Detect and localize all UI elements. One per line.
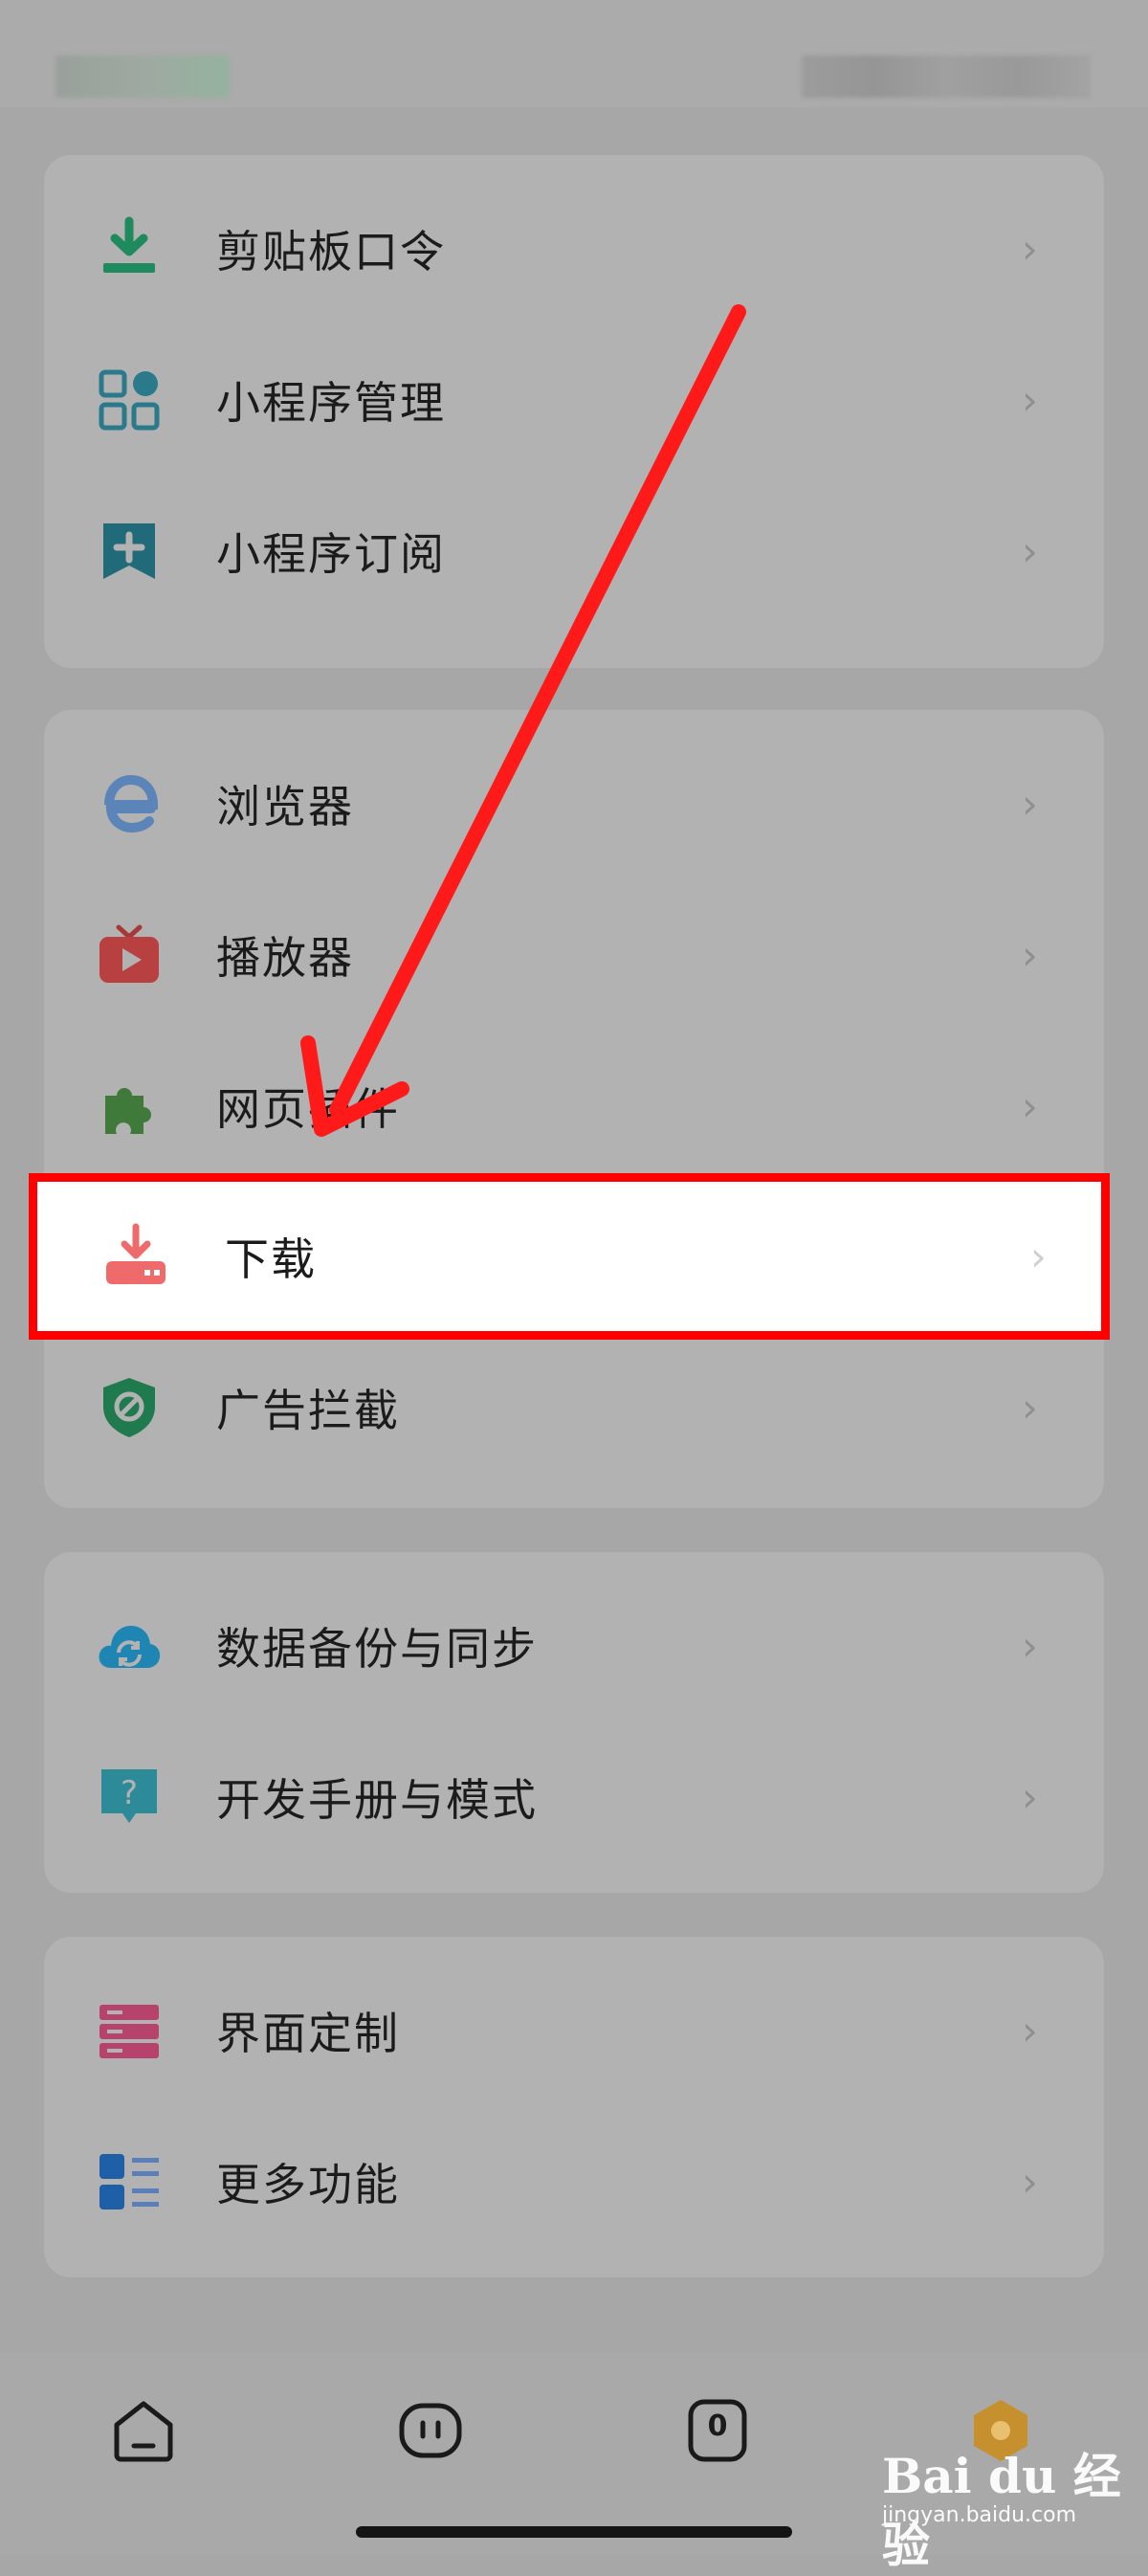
chevron-right-icon: › [1022,1622,1038,1670]
chat-icon [399,2403,462,2458]
menu-item-label: 剪贴板口令 [216,226,446,278]
menu-item-player[interactable]: 播放器 › [44,879,1104,1031]
menu-item-dev-manual[interactable]: ? 开发手册与模式 › [44,1721,1104,1873]
settings-group-1: 剪贴板口令 › 小程序管理 › 小程序订阅 › [44,155,1104,668]
blurred-status-left [55,56,230,98]
bookmark-plus-icon [96,518,163,585]
help-bubble-icon: ? [96,1764,163,1831]
chevron-right-icon: › [1022,376,1038,424]
menu-item-label: 播放器 [216,932,354,984]
chevron-right-icon: › [1022,780,1038,828]
blurred-status-right [802,56,1091,98]
menu-item-label: 浏览器 [216,781,354,833]
menu-item-clipboard[interactable]: 剪贴板口令 › [44,173,1104,324]
menu-item-label: 数据备份与同步 [216,1623,538,1675]
menu-item-miniapp-subscribe[interactable]: 小程序订阅 › [44,476,1104,627]
menu-item-more[interactable]: 更多功能 › [44,2106,1104,2257]
chevron-right-icon: › [1022,2158,1038,2206]
layout-icon [96,1997,163,2064]
menu-item-web-plugins[interactable]: 网页插件 › [44,1031,1104,1182]
nav-chat[interactable] [396,2396,465,2465]
download-icon [102,1223,169,1290]
watermark-url: jingyan.baidu.com [882,2503,1077,2527]
nav-home[interactable] [109,2396,178,2465]
shield-block-icon [96,1374,163,1441]
menu-item-download[interactable]: 下载 › [29,1173,1110,1340]
apps-grid-icon [96,366,163,433]
nav-tabs[interactable]: 0 [683,2396,752,2465]
menu-item-miniapp-manage[interactable]: 小程序管理 › [44,324,1104,476]
puzzle-icon [96,1073,163,1140]
menu-item-backup-sync[interactable]: 数据备份与同步 › [44,1570,1104,1721]
settings-group-3: 数据备份与同步 › ? 开发手册与模式 › [44,1552,1104,1893]
menu-item-adblock[interactable]: 广告拦截 › [44,1332,1104,1483]
list-icon [96,2148,163,2215]
chevron-right-icon: › [1022,1384,1038,1432]
browser-e-icon [96,770,163,837]
menu-item-label: 开发手册与模式 [216,1774,538,1826]
chevron-right-icon: › [1022,1082,1038,1130]
menu-item-label: 广告拦截 [216,1385,400,1436]
menu-item-ui-custom[interactable]: 界面定制 › [44,1955,1104,2106]
settings-group-4: 界面定制 › 更多功能 › [44,1937,1104,2277]
menu-item-label: 小程序订阅 [216,528,446,580]
menu-item-label: 下载 [225,1233,317,1285]
tv-play-icon [96,922,163,988]
svg-text:?: ? [121,1774,138,1812]
download-tray-icon [96,215,163,282]
menu-item-label: 界面定制 [216,2008,400,2059]
home-indicator[interactable] [356,2526,792,2538]
menu-item-label: 小程序管理 [216,377,446,429]
chevron-right-icon: › [1022,931,1038,979]
chevron-right-icon: › [1022,1773,1038,1821]
status-bar [0,0,1148,107]
settings-group-2: 浏览器 › 播放器 › 网页插件 › 广告拦截 › [44,710,1104,1508]
chevron-right-icon: › [1022,225,1038,273]
menu-item-browser[interactable]: 浏览器 › [44,728,1104,879]
chevron-right-icon: › [1022,2007,1038,2054]
home-icon [114,2401,173,2462]
menu-item-label: 网页插件 [216,1083,400,1135]
tab-count-badge: 0 [707,2409,728,2443]
chevron-right-icon: › [1022,527,1038,575]
chevron-right-icon: › [1030,1232,1047,1280]
cloud-sync-icon [96,1612,163,1679]
menu-item-label: 更多功能 [216,2159,400,2210]
